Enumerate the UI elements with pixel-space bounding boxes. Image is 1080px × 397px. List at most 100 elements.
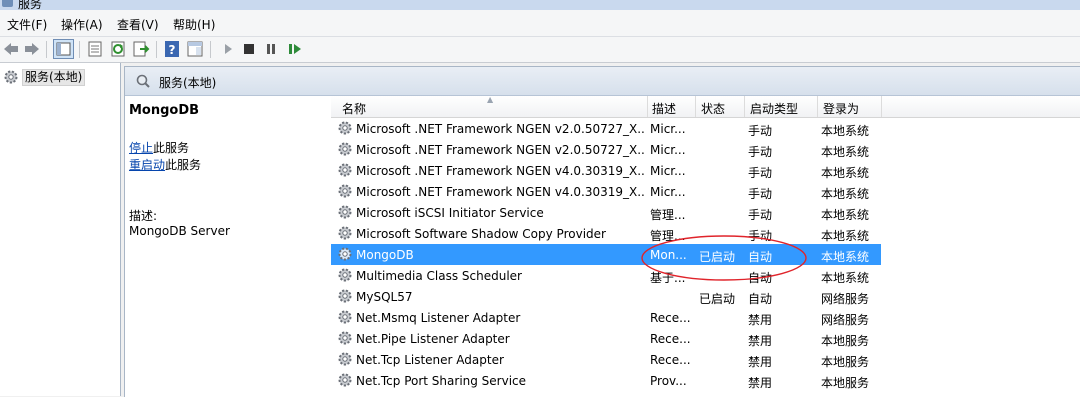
service-name: Net.Tcp Listener Adapter — [356, 353, 504, 367]
table-row[interactable]: Microsoft .NET Framework NGEN v2.0.50727… — [331, 118, 881, 139]
stop-service-link[interactable]: 停止 — [129, 141, 153, 155]
table-row[interactable]: Net.Tcp Listener Adapter Rece... 禁用 本地服务 — [331, 349, 881, 370]
service-name: Multimedia Class Scheduler — [356, 269, 522, 283]
gear-icon — [338, 352, 352, 366]
table-row[interactable]: Multimedia Class Scheduler 基于... 自动 本地系统 — [331, 265, 881, 286]
panel-header: 服务(本地) — [125, 67, 1080, 96]
column-header-description[interactable]: 描述 — [652, 100, 676, 117]
service-name: MySQL57 — [356, 290, 413, 304]
tree-node-services-local[interactable]: 服务(本地) — [3, 68, 86, 86]
table-row[interactable]: Microsoft .NET Framework NGEN v4.0.30319… — [331, 181, 881, 202]
list-header: ▲ 名称 描述 状态 启动类型 登录为 — [331, 95, 1080, 118]
title-bar: 服务 — [0, 0, 1080, 10]
toolbar-separator — [156, 41, 157, 58]
console-tree: 服务(本地) — [0, 63, 121, 396]
service-logon-as: 本地服务 — [821, 334, 870, 348]
restart-service-suffix: 此服务 — [165, 158, 202, 172]
table-row[interactable]: Net.Tcp Port Sharing Service Prov... 禁用 本地服… — [331, 370, 881, 391]
table-row[interactable]: Net.Msmq Listener Adapter Rece... 禁用 网络服务 — [331, 307, 881, 328]
service-name: Microsoft iSCSI Initiator Service — [356, 206, 544, 220]
service-startup-type: 手动 — [748, 229, 773, 243]
menu-help[interactable]: 帮助(H) — [173, 16, 215, 33]
service-description: Micr... — [650, 185, 686, 199]
service-description: Mon... — [650, 248, 687, 262]
column-header-startup-type[interactable]: 启动类型 — [750, 100, 798, 117]
column-divider[interactable] — [744, 96, 745, 117]
column-header-name[interactable]: 名称 — [342, 100, 366, 117]
column-divider[interactable] — [817, 96, 818, 117]
gear-icon — [4, 70, 18, 84]
show-console-tree-icon[interactable] — [53, 39, 74, 59]
window-title: 服务 — [18, 0, 43, 10]
toolbar: ? — [0, 37, 1080, 63]
gear-icon — [338, 226, 352, 240]
service-name: Net.Tcp Port Sharing Service — [356, 374, 527, 388]
table-row[interactable]: MySQL57 已启动 自动 网络服务 — [331, 286, 881, 307]
toolbar-separator — [46, 41, 47, 58]
stop-service-icon[interactable] — [240, 40, 258, 58]
properties-icon[interactable] — [86, 40, 104, 58]
service-description: Micr... — [650, 122, 686, 136]
menu-file[interactable]: 文件(F) — [7, 16, 47, 33]
description-label: 描述: — [129, 209, 158, 223]
table-row[interactable]: Net.Pipe Listener Adapter Rece... 禁用 本地服务 — [331, 328, 881, 349]
pause-service-icon[interactable] — [262, 40, 280, 58]
back-arrow-icon[interactable] — [2, 40, 20, 58]
menu-action[interactable]: 操作(A) — [61, 16, 103, 33]
start-service-icon[interactable] — [219, 40, 237, 58]
service-description: Micr... — [650, 164, 686, 178]
service-description: 基于... — [650, 271, 686, 285]
service-logon-as: 本地系统 — [821, 124, 870, 138]
gear-icon — [338, 310, 352, 324]
service-logon-as: 本地系统 — [821, 187, 870, 201]
restart-service-icon[interactable] — [286, 40, 304, 58]
restart-service-line: 重启动此服务 — [129, 156, 201, 173]
service-logon-as: 本地系统 — [821, 208, 870, 222]
menu-view[interactable]: 查看(V) — [117, 16, 159, 33]
gear-icon — [338, 331, 352, 345]
services-list: ▲ 名称 描述 状态 启动类型 登录为 Microsoft .NET Frame… — [331, 95, 1080, 397]
service-startup-type: 自动 — [748, 250, 773, 264]
service-name: Microsoft .NET Framework NGEN v2.0.50727… — [356, 122, 646, 136]
column-header-logon-as[interactable]: 登录为 — [823, 100, 859, 117]
search-gear-icon — [136, 74, 150, 88]
service-startup-type: 手动 — [748, 208, 773, 222]
selected-service-title: MongoDB — [129, 103, 200, 118]
service-startup-type: 手动 — [748, 124, 773, 138]
service-status: 已启动 — [699, 292, 736, 306]
service-description: Micr... — [650, 143, 686, 157]
table-row[interactable]: Microsoft .NET Framework NGEN v4.0.30319… — [331, 160, 881, 181]
table-row[interactable]: Microsoft .NET Framework NGEN v2.0.50727… — [331, 139, 881, 160]
service-name: Net.Msmq Listener Adapter — [356, 311, 521, 325]
table-row[interactable]: MongoDB Mon... 已启动 自动 本地系统 — [331, 244, 881, 265]
service-startup-type: 自动 — [748, 292, 773, 306]
table-row[interactable]: Microsoft iSCSI Initiator Service 管理... 手动… — [331, 202, 881, 223]
service-logon-as: 本地系统 — [821, 271, 870, 285]
gear-icon — [338, 163, 352, 177]
service-description: Prov... — [650, 374, 687, 388]
service-logon-as: 本地系统 — [821, 229, 870, 243]
service-logon-as: 本地系统 — [821, 166, 870, 180]
service-logon-as: 本地系统 — [821, 250, 870, 264]
restart-service-link[interactable]: 重启动 — [129, 158, 165, 172]
help-icon[interactable]: ? — [163, 40, 181, 58]
stop-service-line: 停止此服务 — [129, 139, 189, 156]
forward-arrow-icon[interactable] — [23, 40, 41, 58]
column-header-status[interactable]: 状态 — [701, 100, 725, 117]
column-divider[interactable] — [647, 96, 648, 117]
sort-ascending-icon: ▲ — [487, 95, 494, 104]
table-row[interactable]: Microsoft Software Shadow Copy Provider 管… — [331, 223, 881, 244]
show-action-pane-icon[interactable] — [186, 40, 204, 58]
column-divider[interactable] — [695, 96, 696, 117]
export-list-icon[interactable] — [132, 40, 150, 58]
refresh-icon[interactable] — [109, 40, 127, 58]
service-name: Microsoft .NET Framework NGEN v4.0.30319… — [356, 164, 646, 178]
gear-icon — [338, 121, 352, 135]
service-startup-type: 自动 — [748, 271, 773, 285]
gear-icon — [338, 205, 352, 219]
column-divider[interactable] — [881, 96, 882, 117]
gear-icon — [338, 373, 352, 387]
service-startup-type: 手动 — [748, 145, 773, 159]
service-startup-type: 手动 — [748, 166, 773, 180]
stop-service-suffix: 此服务 — [153, 141, 190, 155]
